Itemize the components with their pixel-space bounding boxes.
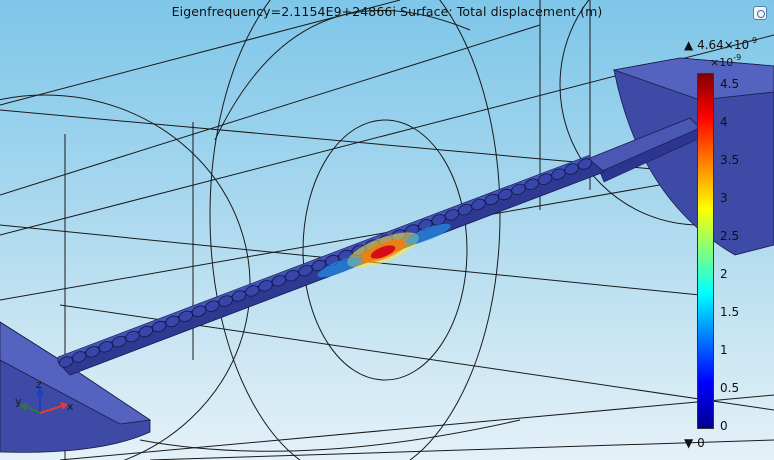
colorbar-multiplier: ×10-9	[710, 53, 741, 69]
colorbar-max-exponent: -9	[749, 36, 758, 45]
triad-x-label: x	[67, 400, 74, 413]
colorbar-max-value: 4.64×10	[697, 38, 750, 52]
colorbar-tick: 4	[720, 115, 728, 129]
colorbar-tick: 2	[720, 267, 728, 281]
colorbar-multiplier-base: ×10	[710, 56, 734, 69]
colorbar-tick: 4.5	[720, 77, 740, 91]
min-arrow-icon: ▼	[684, 436, 694, 450]
colorbar-tick: 0.5	[720, 381, 740, 395]
beam-links	[58, 158, 593, 368]
plot-title: Eigenfrequency=2.1154E9+24866i Surface: …	[171, 4, 603, 19]
displacement-hotspot	[317, 223, 451, 278]
colorbar-tick: 3	[720, 191, 728, 205]
model-scene[interactable]: z x y	[0, 0, 774, 460]
colorbar-min-value: 0	[697, 436, 705, 450]
right-anchor-block	[584, 57, 774, 256]
triad-y-label: y	[15, 395, 22, 408]
colorbar	[697, 73, 714, 429]
max-arrow-icon: ▲	[684, 38, 694, 52]
colorbar-tick: 1.5	[720, 305, 740, 319]
colorbar-tick: 3.5	[720, 153, 740, 167]
view-window-icon[interactable]	[753, 6, 767, 20]
colorbar-min: ▼ 0	[684, 436, 705, 450]
graphics-viewport[interactable]: z x y Eigenfrequency=2.1154E9+24866i Sur…	[0, 0, 774, 460]
colorbar-max: ▲ 4.64×10-9	[684, 36, 757, 52]
colorbar-tick: 0	[720, 419, 728, 433]
colorbar-tick: 1	[720, 343, 728, 357]
colorbar-multiplier-exponent: -9	[733, 53, 742, 62]
colorbar-tick: 2.5	[720, 229, 740, 243]
triad-z-label: z	[36, 378, 42, 391]
